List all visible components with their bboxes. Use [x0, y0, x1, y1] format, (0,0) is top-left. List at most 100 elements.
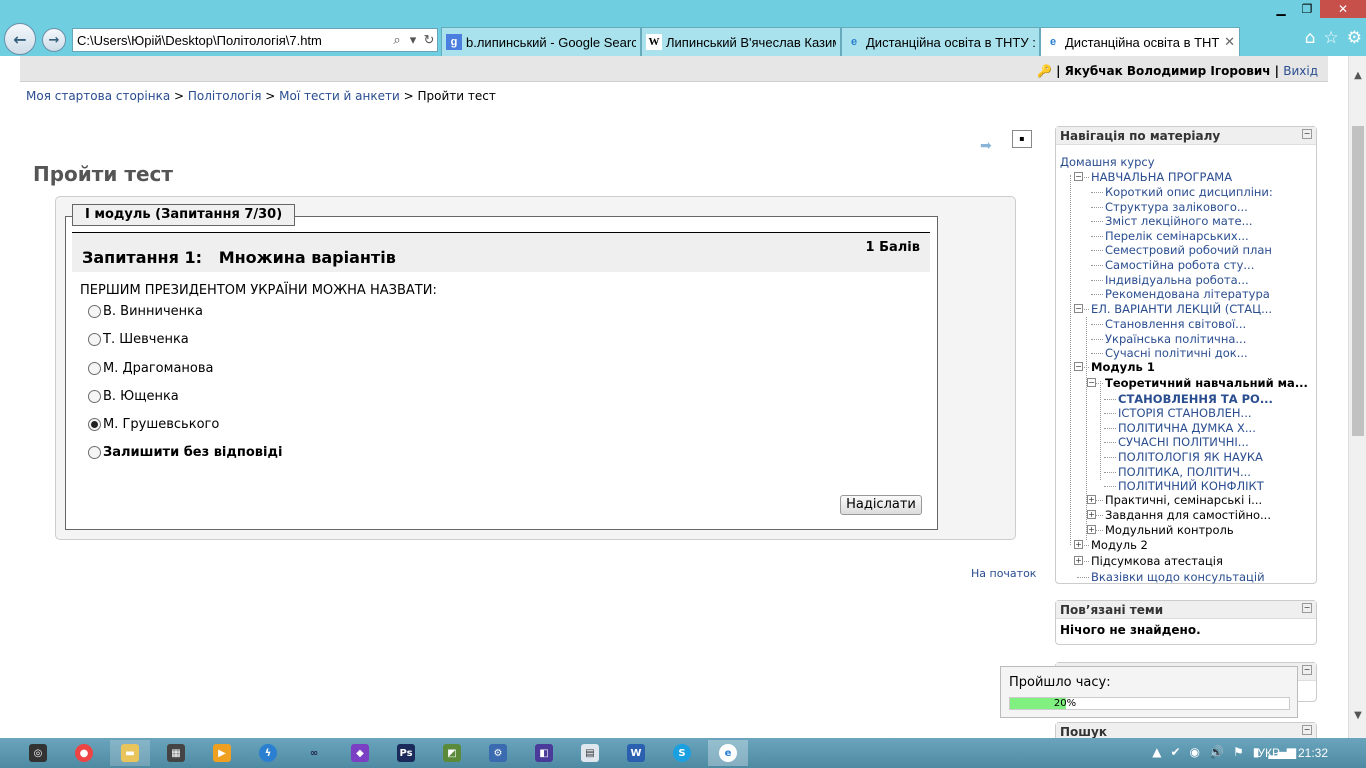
taskbar-item[interactable]: ▶ [202, 740, 242, 766]
nav-tree-item[interactable]: Перелік семінарських... [1105, 229, 1249, 243]
answer-label[interactable]: В. Ющенка [103, 389, 179, 404]
scroll-thumb[interactable] [1352, 126, 1364, 436]
nav-tree-item[interactable]: ІСТОРІЯ СТАНОВЛЕН... [1118, 406, 1252, 420]
radio-button[interactable] [88, 418, 101, 431]
nav-tree-item[interactable]: Рекомендована література [1105, 287, 1270, 301]
taskbar-item[interactable]: Ps [386, 740, 426, 766]
block-toggle-button[interactable]: ▪ [1012, 130, 1032, 148]
answer-label[interactable]: В. Винниченка [103, 304, 203, 319]
tab-distance-1[interactable]: e Дистанційна освіта в ТНТУ : ... [841, 27, 1040, 56]
answer-option[interactable]: Залишити без відповіді [88, 445, 282, 460]
back-button[interactable]: ← [4, 23, 36, 55]
volume-icon[interactable]: 🔊 [1209, 745, 1224, 759]
restore-icon[interactable]: ❐ [1294, 0, 1320, 18]
radio-button[interactable] [88, 446, 101, 459]
minimize-block-icon[interactable]: − [1302, 129, 1312, 139]
answer-option[interactable]: В. Винниченка [88, 304, 203, 319]
nav-tree-item[interactable]: НАВЧАЛЬНА ПРОГРАМА [1091, 170, 1232, 184]
nav-tree-item[interactable]: ПОЛІТОЛОГІЯ ЯК НАУКА [1118, 450, 1263, 464]
nav-tree-item[interactable]: Індивідуальна робота... [1105, 273, 1249, 287]
nav-tree-item[interactable]: Самостійна робота сту... [1105, 258, 1254, 272]
tab-google-search[interactable]: g b.липинський - Google Search [441, 27, 641, 56]
nav-tree-item[interactable]: ПОЛІТИЧНА ДУМКА Х... [1118, 421, 1256, 435]
answer-label[interactable]: Т. Шевченка [103, 332, 189, 347]
nav-tree-item[interactable]: Домашня курсу [1060, 155, 1155, 169]
nav-tree-item[interactable]: Теоретичний навчальний ма... [1105, 376, 1308, 390]
taskbar-item[interactable]: ⚙ [478, 740, 518, 766]
language-indicator[interactable]: УКР [1257, 746, 1280, 760]
home-icon[interactable]: ⌂ [1305, 28, 1316, 48]
collapse-icon[interactable]: − [1074, 172, 1083, 181]
tab-distance-active[interactable]: e Дистанційна освіта в ТНТУ... ✕ [1040, 27, 1240, 56]
nav-tree-item[interactable]: Практичні, семінарські і... [1105, 493, 1262, 507]
scrollbar[interactable]: ▲ ▼ [1348, 56, 1366, 738]
nav-tree-item[interactable]: Модульний контроль [1105, 523, 1234, 537]
nav-tree-item[interactable]: Становлення світової... [1105, 317, 1246, 331]
nav-tree-item[interactable]: Українська політична... [1105, 332, 1246, 346]
forward-button[interactable]: → [42, 28, 66, 52]
answer-label[interactable]: М. Драгоманова [103, 361, 214, 376]
answer-option[interactable]: М. Грушевського [88, 417, 219, 432]
collapse-icon[interactable]: − [1074, 362, 1083, 371]
expand-icon[interactable]: + [1087, 495, 1096, 504]
nav-tree-item[interactable]: Завдання для самостійно... [1105, 508, 1271, 522]
chevron-up-icon[interactable]: ▲ [1152, 745, 1161, 759]
nav-tree-item[interactable]: Підсумкова атестація [1091, 554, 1223, 568]
nav-tree-item[interactable]: ПОЛІТИЧНИЙ КОНФЛІКТ [1118, 479, 1264, 493]
breadcrumb-course[interactable]: Політологія [188, 89, 262, 103]
security-icon[interactable]: ◉ [1190, 745, 1200, 759]
nav-tree-item[interactable]: СТАНОВЛЕННЯ ТА РО... [1118, 392, 1273, 406]
taskbar-item[interactable]: e [708, 740, 748, 766]
answer-option[interactable]: М. Драгоманова [88, 361, 214, 376]
nav-tree-item[interactable]: Семестровий робочий план [1105, 243, 1272, 257]
radio-button[interactable] [88, 305, 101, 318]
taskbar-item[interactable]: ● [64, 740, 104, 766]
minimize-block-icon[interactable]: − [1302, 603, 1312, 613]
radio-button[interactable] [88, 390, 101, 403]
breadcrumb-tests[interactable]: Мої тести й анкети [279, 89, 400, 103]
taskbar-item[interactable]: S [662, 740, 702, 766]
nav-tree-item[interactable]: Структура залікового... [1105, 200, 1248, 214]
taskbar-item[interactable]: ◩ [432, 740, 472, 766]
radio-button[interactable] [88, 362, 101, 375]
arrow-right-icon[interactable]: ➡ [980, 138, 992, 154]
minimize-block-icon[interactable]: − [1302, 665, 1312, 675]
answer-label[interactable]: Залишити без відповіді [103, 445, 282, 460]
minimize-block-icon[interactable]: − [1302, 725, 1312, 735]
taskbar-item[interactable]: ▤ [570, 740, 610, 766]
taskbar-item[interactable]: ∞ [294, 740, 334, 766]
answer-label[interactable]: М. Грушевського [103, 417, 219, 432]
close-tab-icon[interactable]: ✕ [1224, 34, 1235, 50]
scroll-down-icon[interactable]: ▼ [1349, 710, 1366, 721]
nav-tree-item[interactable]: СУЧАСНІ ПОЛІТИЧНІ... [1118, 435, 1249, 449]
search-icon[interactable]: ⌕ [389, 32, 405, 48]
nav-tree-item[interactable]: Зміст лекційного мате... [1105, 214, 1253, 228]
expand-icon[interactable]: + [1087, 525, 1096, 534]
nav-tree-item[interactable]: Короткий опис дисципліни: [1105, 185, 1273, 199]
breadcrumb-home[interactable]: Моя стартова сторінка [26, 89, 170, 103]
tab-wikipedia[interactable]: W Липинський В'ячеслав Казим... [641, 27, 841, 56]
collapse-icon[interactable]: − [1074, 304, 1083, 313]
nav-tree-item[interactable]: ПОЛІТИКА, ПОЛІТИЧ... [1118, 465, 1251, 479]
scroll-up-icon[interactable]: ▲ [1349, 70, 1366, 81]
taskbar-item[interactable]: ◧ [524, 740, 564, 766]
submit-button[interactable]: Надіслати [840, 495, 922, 515]
minimize-icon[interactable]: ▁ [1268, 0, 1294, 18]
clock[interactable]: 21:32 [1298, 746, 1328, 760]
to-top-link[interactable]: На початок [971, 567, 1036, 580]
flag-icon[interactable]: ⚑ [1233, 745, 1244, 759]
gear-icon[interactable]: ⚙ [1347, 28, 1362, 48]
expand-icon[interactable]: + [1074, 556, 1083, 565]
logout-link[interactable]: Вихід [1283, 64, 1318, 78]
taskbar-item[interactable]: ◎ [18, 740, 58, 766]
chevron-down-icon[interactable]: ▾ [405, 32, 421, 48]
star-icon[interactable]: ☆ [1324, 28, 1339, 48]
radio-button[interactable] [88, 333, 101, 346]
refresh-icon[interactable]: ↻ [421, 32, 437, 48]
answer-option[interactable]: Т. Шевченка [88, 332, 189, 347]
taskbar-item[interactable]: W [616, 740, 656, 766]
nav-tree-item[interactable]: Сучасні політичні док... [1105, 346, 1248, 360]
address-bar[interactable]: C:\Users\Юрій\Desktop\Політологія\7.htm … [72, 28, 438, 52]
nav-tree-item[interactable]: Модуль 2 [1091, 538, 1148, 552]
nav-tree-item[interactable]: Вказівки щодо консультацій [1091, 570, 1265, 584]
